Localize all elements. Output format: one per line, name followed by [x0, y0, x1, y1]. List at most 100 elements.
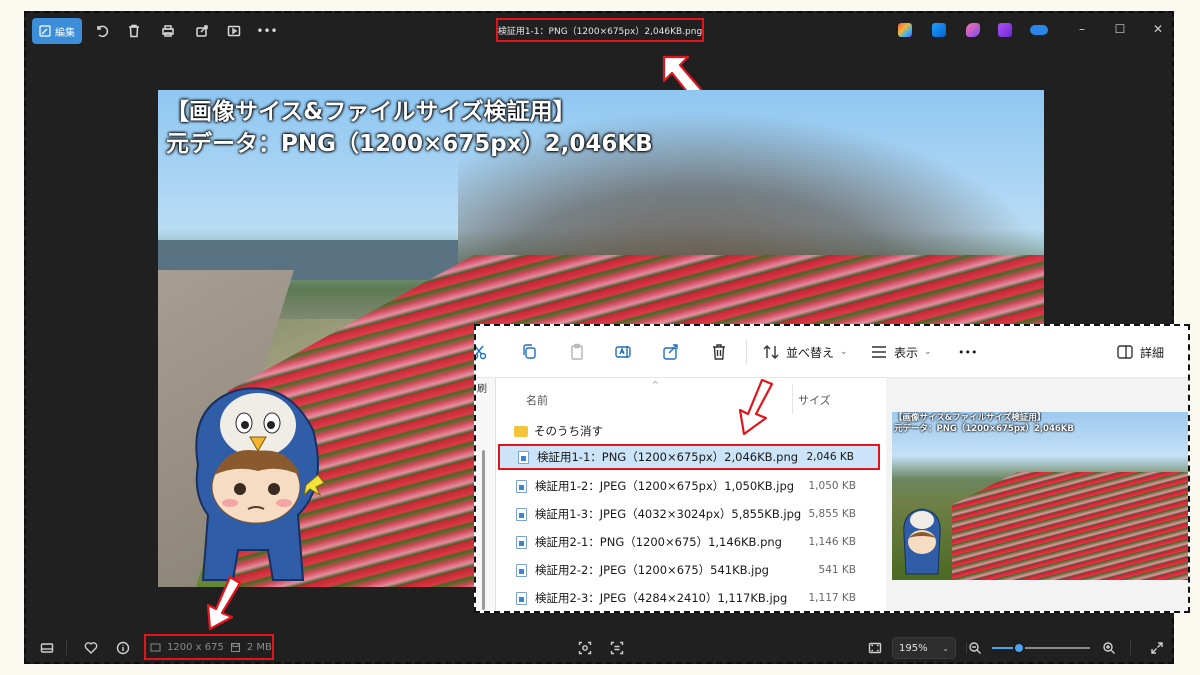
nav-pane-label: 刷 [477, 384, 487, 395]
rename-button[interactable] [614, 342, 632, 362]
file-size: 1,117 KB [808, 592, 857, 604]
minimize-button[interactable]: – [1074, 21, 1090, 37]
zoom-slider[interactable] [992, 642, 1090, 654]
favorite-button[interactable] [84, 640, 98, 654]
maximize-button[interactable]: ☐ [1112, 21, 1128, 37]
text-extract-button[interactable] [610, 640, 624, 655]
filmstrip-button[interactable] [40, 640, 54, 654]
file-row[interactable]: 検証用2-2：JPEG（1200×675）541KB.jpg 541 KB [498, 557, 880, 583]
cut-button[interactable] [476, 342, 488, 362]
photo-caption: 【画像サイス&ファイルサイズ検証用】 元データ：PNG（1200×675px）2… [166, 96, 653, 160]
sort-dropdown[interactable]: 並べ替え ⌄ [762, 342, 848, 362]
folder-icon [514, 425, 528, 437]
folder-row[interactable]: そのうち消す [498, 418, 880, 444]
onedrive-icon[interactable] [1030, 25, 1048, 35]
edit-button[interactable]: 編集 [32, 18, 82, 44]
image-file-icon [516, 563, 527, 577]
image-dimensions: 1200 x 675 [167, 641, 224, 653]
photo-caption-line2: 元データ：PNG（1200×675px）2,046KB [166, 131, 653, 157]
details-pane-button[interactable]: 詳細 [1116, 342, 1164, 362]
share-file-button[interactable] [662, 342, 680, 362]
chevron-down-icon: ⌄ [942, 643, 949, 653]
paste-button[interactable] [568, 342, 586, 362]
zoom-in-icon [1103, 642, 1115, 654]
view-dropdown[interactable]: 表示 ⌄ [870, 342, 932, 362]
file-name: 検証用2-3：JPEG（4284×2410）1,117KB.jpg [535, 591, 788, 605]
close-button[interactable]: ✕ [1150, 21, 1166, 37]
share-icon [663, 344, 678, 360]
print-button[interactable] [158, 18, 178, 44]
annotation-arrow-info [206, 575, 242, 631]
rename-icon [615, 346, 631, 358]
file-size: 2,046 KB [806, 451, 855, 463]
zoom-out-icon [969, 642, 981, 654]
file-row[interactable]: 検証用2-3：JPEG（4284×2410）1,117KB.jpg 1,117 … [498, 585, 880, 611]
slideshow-button[interactable] [224, 18, 244, 44]
zoom-out-button[interactable] [968, 640, 982, 654]
file-size: 1,146 KB [808, 536, 857, 548]
share-icon [196, 25, 208, 37]
file-info-button[interactable] [116, 640, 130, 655]
filmstrip-icon [40, 643, 54, 653]
zoom-slider-thumb[interactable] [1013, 642, 1026, 654]
file-size: 2 MB [246, 641, 272, 653]
file-row[interactable]: 検証用1-2：JPEG（1200×675px）1,050KB.jpg 1,050… [498, 473, 880, 499]
preview-caption-line1: 【画像サイス&ファイルサイズ検証用】 [894, 413, 1046, 423]
explorer-command-bar: 並べ替え ⌄ 表示 ⌄ ••• 詳細 [476, 326, 1188, 378]
column-size[interactable]: サイズ [798, 392, 831, 408]
list-view-icon [872, 346, 886, 358]
more-options-button[interactable]: ••• [256, 18, 278, 44]
copilot-icon[interactable] [898, 23, 912, 37]
copy-button[interactable] [520, 342, 538, 362]
sort-label: 並べ替え [786, 345, 835, 360]
share-button[interactable] [192, 18, 212, 44]
viewer-toolbar: 編集 ••• 検証用1-1：PNG（1200×675px）2,046KB.png… [26, 13, 1172, 49]
viewer-status-bar: 1200 x 675 2 MB 195% ⌄ [26, 631, 1172, 662]
details-pane-icon [1117, 345, 1133, 359]
video-editor-icon[interactable] [998, 23, 1012, 37]
preview-image: 【画像サイス&ファイルサイズ検証用】 元データ：PNG（1200×675px）2… [892, 412, 1188, 580]
visual-search-button[interactable] [578, 640, 592, 655]
window-title: 検証用1-1：PNG（1200×675px）2,046KB.png [496, 18, 704, 42]
file-size: 1,050 KB [808, 480, 857, 492]
file-row[interactable]: 検証用2-1：PNG（1200×675）1,146KB.png 1,146 KB [498, 529, 880, 555]
file-name: 検証用1-3：JPEG（4032×3024px）5,855KB.jpg [534, 507, 802, 521]
penguin-hood-mascot-thumbnail [903, 508, 941, 575]
ellipsis-icon: ••• [958, 345, 978, 359]
column-separator[interactable] [792, 384, 793, 414]
zoom-in-button[interactable] [1102, 640, 1116, 654]
zoom-level-dropdown[interactable]: 195% ⌄ [892, 637, 956, 659]
sort-caret-icon: ^ [652, 380, 659, 389]
divider [746, 340, 747, 364]
delete-button[interactable] [124, 18, 144, 44]
slideshow-icon [227, 25, 241, 37]
rotate-button[interactable] [92, 18, 112, 44]
clipchamp-icon[interactable] [966, 23, 980, 37]
folder-name: そのうち消す [534, 424, 603, 438]
file-row[interactable]: 検証用1-3：JPEG（4032×3024px）5,855KB.jpg 5,85… [498, 501, 880, 527]
photo-caption-line1: 【画像サイス&ファイルサイズ検証用】 [166, 99, 576, 125]
visual-search-icon [578, 641, 592, 655]
delete-file-button[interactable] [710, 342, 728, 362]
image-file-icon [516, 479, 527, 493]
fit-to-window-button[interactable] [868, 640, 882, 654]
more-options-button[interactable]: ••• [958, 342, 977, 362]
image-size-icon [150, 643, 161, 651]
file-row-selected[interactable]: 検証用1-1：PNG（1200×675px）2,046KB.png 2,046 … [498, 444, 880, 470]
details-label: 詳細 [1140, 345, 1165, 360]
navigation-pane: 刷 [476, 378, 496, 611]
ellipsis-icon: ••• [256, 24, 278, 38]
view-label: 表示 [894, 345, 919, 360]
edit-button-label: 編集 [55, 27, 75, 39]
clipboard-icon [571, 343, 583, 360]
sort-arrows-icon [763, 345, 779, 359]
designer-app-icon[interactable] [932, 23, 946, 37]
scrollbar[interactable] [482, 450, 485, 610]
column-name[interactable]: 名前 [526, 392, 548, 408]
penguin-hood-mascot [195, 387, 325, 581]
fullscreen-button[interactable] [1150, 640, 1164, 654]
preview-tulip-field [952, 472, 1188, 580]
image-info-readout: 1200 x 675 2 MB [144, 634, 274, 660]
heart-icon [84, 642, 98, 654]
expand-icon [1151, 642, 1163, 654]
